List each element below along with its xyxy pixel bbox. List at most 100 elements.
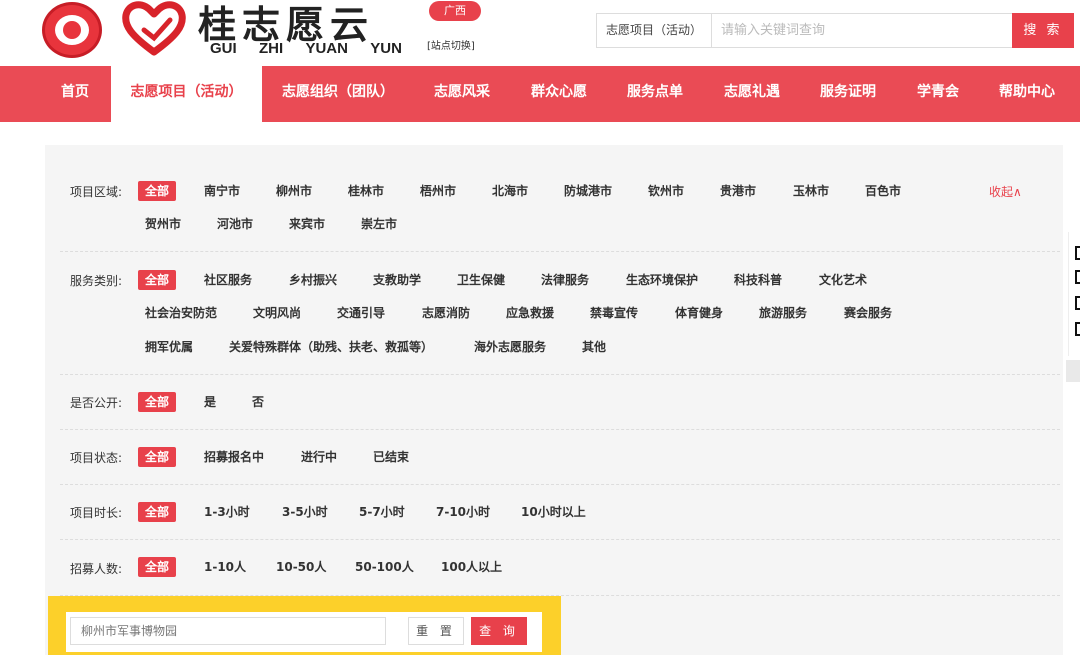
row-divider (60, 374, 1060, 375)
public-option[interactable]: 是 (204, 392, 216, 412)
search-button[interactable]: 搜 索 (1012, 13, 1074, 48)
region-badge: 广西 (429, 1, 481, 21)
duration-option[interactable]: 1-3小时 (204, 502, 250, 522)
recruits-option[interactable]: 全部 (138, 557, 177, 577)
site-logo-pinyin: GUI ZHI YUAN YUN (210, 40, 402, 57)
recruits-option[interactable]: 50-100人 (355, 557, 414, 577)
search-box: 志愿项目（活动） 搜 索 (596, 13, 1074, 48)
duration-option[interactable]: 3-5小时 (282, 502, 328, 522)
filter-label-recruits: 招募人数: (70, 562, 123, 576)
nav-item-organizations[interactable]: 志愿组织（团队） (282, 66, 394, 122)
nav-item-youth-games[interactable]: 学青会 (917, 66, 959, 122)
reset-button[interactable]: 重 置 (408, 617, 464, 645)
side-scroll-tab[interactable] (1066, 360, 1080, 382)
nav-item-wishes[interactable]: 群众心愿 (531, 66, 587, 122)
row-divider (60, 251, 1060, 252)
side-widget-glyph (1075, 322, 1080, 336)
status-option[interactable]: 招募报名中 (204, 447, 264, 467)
filter-label-region: 项目区域: (70, 185, 123, 199)
volunteer-emblem-icon (42, 2, 102, 58)
logo-pinyin-1: GUI (210, 40, 237, 57)
side-widget-glyph (1075, 296, 1080, 310)
category-option[interactable]: 科技科普 (734, 270, 782, 290)
region-option[interactable]: 河池市 (217, 214, 253, 234)
recruits-option[interactable]: 1-10人 (204, 557, 246, 577)
category-option[interactable]: 应急救援 (506, 303, 554, 323)
region-option[interactable]: 桂林市 (348, 181, 384, 201)
logo-pinyin-3: YUAN (305, 40, 348, 57)
category-option[interactable]: 文化艺术 (819, 270, 867, 290)
region-option[interactable]: 梧州市 (420, 181, 456, 201)
nav-item-benefits[interactable]: 志愿礼遇 (724, 66, 780, 122)
logo-pinyin-2: ZHI (258, 40, 284, 57)
search-category-select[interactable]: 志愿项目（活动） (597, 14, 712, 47)
category-option[interactable]: 交通引导 (337, 303, 385, 323)
filter-label-status: 项目状态: (70, 451, 123, 465)
region-option[interactable]: 贵港市 (720, 181, 756, 201)
collapse-toggle[interactable]: 收起∧ (989, 183, 1022, 200)
category-option[interactable]: 旅游服务 (759, 303, 807, 323)
region-option[interactable]: 南宁市 (204, 181, 240, 201)
search-input[interactable] (715, 14, 1011, 47)
filter-label-duration: 项目时长: (70, 506, 123, 520)
filter-label-category: 服务类别: (70, 274, 123, 288)
duration-option[interactable]: 5-7小时 (359, 502, 405, 522)
filter-label-public: 是否公开: (70, 396, 123, 410)
status-option[interactable]: 全部 (138, 447, 177, 467)
category-option[interactable]: 体育健身 (675, 303, 723, 323)
category-option[interactable]: 法律服务 (541, 270, 589, 290)
filter-panel (45, 145, 1063, 655)
nav-item-help[interactable]: 帮助中心 (999, 66, 1055, 122)
region-option[interactable]: 贺州市 (145, 214, 181, 234)
region-option[interactable]: 防城港市 (564, 181, 612, 201)
status-option[interactable]: 进行中 (301, 447, 337, 467)
category-option[interactable]: 社区服务 (204, 270, 252, 290)
public-option[interactable]: 否 (252, 392, 264, 412)
nav-item-showcase[interactable]: 志愿风采 (434, 66, 490, 122)
row-divider (60, 539, 1060, 540)
category-option[interactable]: 生态环境保护 (626, 270, 698, 290)
category-option[interactable]: 乡村振兴 (289, 270, 337, 290)
duration-option[interactable]: 7-10小时 (436, 502, 490, 522)
nav-item-certificate[interactable]: 服务证明 (820, 66, 876, 122)
row-divider (60, 429, 1060, 430)
category-option[interactable]: 志愿消防 (422, 303, 470, 323)
category-option[interactable]: 卫生保健 (457, 270, 505, 290)
nav-item-projects[interactable]: 志愿项目（活动） (111, 66, 262, 122)
side-widget-glyph (1075, 246, 1080, 260)
category-option[interactable]: 关爱特殊群体（助残、扶老、救孤等） (229, 337, 433, 357)
logo-pinyin-4: YUN (370, 40, 402, 57)
nav-item-service-order[interactable]: 服务点单 (627, 66, 683, 122)
nav-item-home[interactable]: 首页 (61, 66, 89, 122)
public-option[interactable]: 全部 (138, 392, 177, 412)
category-option[interactable]: 支教助学 (373, 270, 421, 290)
keyword-input[interactable] (70, 617, 386, 645)
region-option[interactable]: 全部 (138, 181, 177, 201)
side-widget-glyph (1075, 270, 1080, 284)
row-divider (60, 484, 1060, 485)
region-option[interactable]: 百色市 (865, 181, 901, 201)
recruits-option[interactable]: 10-50人 (276, 557, 326, 577)
duration-option[interactable]: 10小时以上 (521, 502, 586, 522)
category-option[interactable]: 拥军优属 (145, 337, 193, 357)
region-option[interactable]: 柳州市 (276, 181, 312, 201)
recruits-option[interactable]: 100人以上 (441, 557, 502, 577)
switch-site-link[interactable]: [站点切换] (427, 37, 475, 52)
category-option[interactable]: 全部 (138, 270, 177, 290)
region-option[interactable]: 来宾市 (289, 214, 325, 234)
category-option[interactable]: 海外志愿服务 (474, 337, 546, 357)
category-option[interactable]: 社会治安防范 (145, 303, 217, 323)
category-option[interactable]: 禁毒宣传 (590, 303, 638, 323)
main-nav: 首页 志愿项目（活动） 志愿组织（团队） 志愿风采 群众心愿 服务点单 志愿礼遇… (0, 66, 1080, 122)
region-option[interactable]: 北海市 (492, 181, 528, 201)
category-option[interactable]: 赛会服务 (844, 303, 892, 323)
region-option[interactable]: 钦州市 (648, 181, 684, 201)
query-button[interactable]: 查 询 (471, 617, 527, 645)
region-option[interactable]: 崇左市 (361, 214, 397, 234)
category-option[interactable]: 其他 (582, 337, 606, 357)
duration-option[interactable]: 全部 (138, 502, 177, 522)
category-option[interactable]: 文明风尚 (253, 303, 301, 323)
region-option[interactable]: 玉林市 (793, 181, 829, 201)
status-option[interactable]: 已结束 (373, 447, 409, 467)
heart-hand-logo-icon (122, 1, 186, 56)
